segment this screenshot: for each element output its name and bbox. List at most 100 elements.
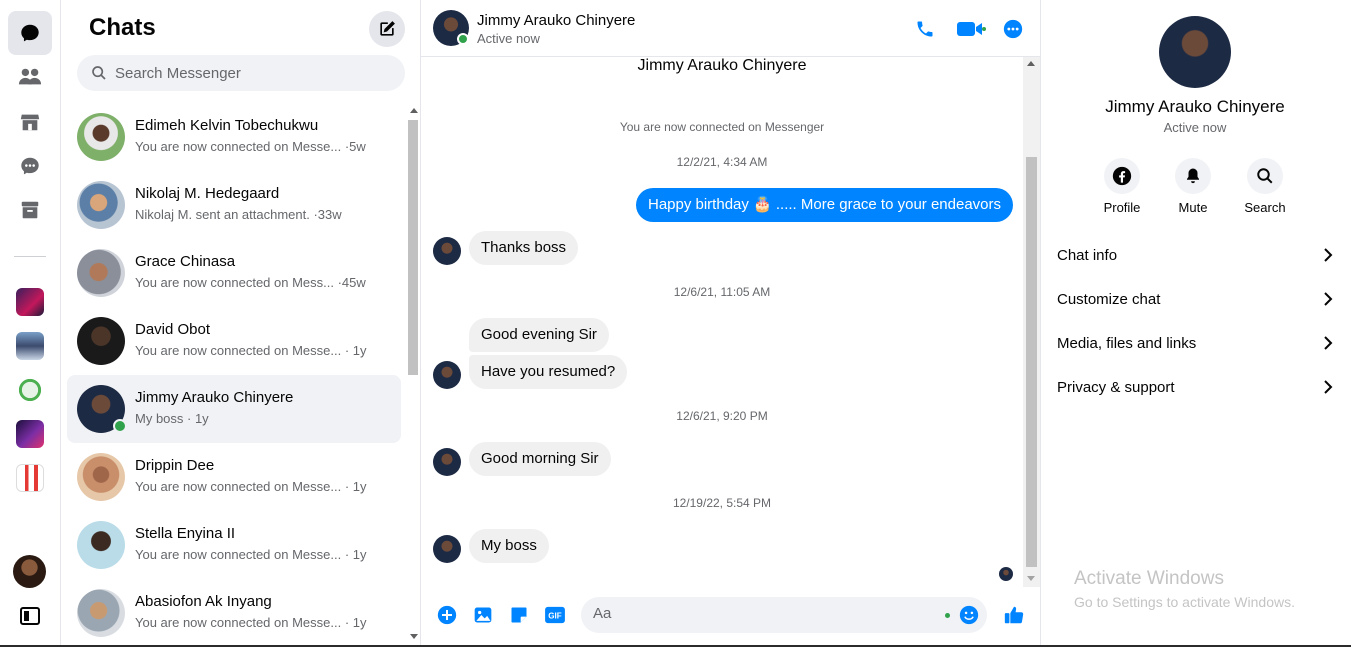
seen-indicator <box>999 567 1013 581</box>
conversation-info-button[interactable] <box>1001 17 1025 41</box>
list-item[interactable]: Edimeh Kelvin Tobechukwu You are now con… <box>67 103 401 171</box>
info-contact-status: Active now <box>1163 120 1227 135</box>
sidebar-toggle-button[interactable] <box>8 594 52 638</box>
avatar <box>77 113 125 161</box>
archive-icon <box>21 201 39 219</box>
chat-list-scrollbar[interactable] <box>406 104 420 645</box>
timestamp: 12/19/22, 5:54 PM <box>672 496 772 510</box>
community-1[interactable] <box>16 288 44 316</box>
sticker-button[interactable] <box>508 604 530 626</box>
chat-preview: You are now connected on Messe... · 1y <box>135 343 367 358</box>
chat-preview: You are now connected on Mess... ·45w <box>135 275 366 290</box>
menu-label: Media, files and links <box>1057 334 1197 352</box>
sidebar-toggle-icon <box>20 607 40 625</box>
search-action-circle[interactable] <box>1247 158 1283 194</box>
chat-preview: Nikolaj M. sent an attachment. ·33w <box>135 207 342 222</box>
sticker-icon <box>511 607 527 623</box>
connected-notice: You are now connected on Messenger <box>619 120 825 134</box>
message-requests-nav-button[interactable] <box>8 144 52 188</box>
mute-action-label: Mute <box>1178 200 1208 215</box>
profile-action-circle[interactable] <box>1104 158 1140 194</box>
chats-nav-button[interactable] <box>8 11 52 55</box>
scroll-up-arrow[interactable] <box>1027 61 1035 66</box>
archive-nav-button[interactable] <box>8 188 52 232</box>
chat-name: Edimeh Kelvin Tobechukwu <box>135 117 319 134</box>
my-profile-avatar[interactable] <box>13 555 46 588</box>
list-item[interactable]: Grace Chinasa You are now connected on M… <box>67 239 401 307</box>
avatar <box>77 589 125 637</box>
thumbs-up-icon <box>1004 606 1024 624</box>
chat-name: Nikolaj M. Hedegaard <box>135 185 280 202</box>
profile-action-label: Profile <box>1103 200 1141 215</box>
sent-message[interactable]: Happy birthday 🎂 ..... More grace to you… <box>635 188 1013 222</box>
community-2[interactable] <box>16 332 44 360</box>
contact-name[interactable]: Jimmy Arauko Chinyere <box>477 12 635 29</box>
people-icon <box>18 68 42 85</box>
timestamp: 12/6/21, 11:05 AM <box>673 285 771 299</box>
received-message[interactable]: My boss <box>469 529 549 563</box>
search-icon <box>1257 168 1273 184</box>
like-button[interactable] <box>1002 603 1026 627</box>
media-files-links-row[interactable]: Media, files and links <box>1049 321 1341 365</box>
community-4[interactable] <box>16 420 44 448</box>
list-item[interactable]: Stella Enyina II You are now connected o… <box>67 511 401 579</box>
attach-photo-button[interactable] <box>472 604 494 626</box>
chat-info-row[interactable]: Chat info <box>1049 233 1341 277</box>
mute-action-circle[interactable] <box>1175 158 1211 194</box>
list-item[interactable]: Abasiofon Ak Inyang You are now connecte… <box>67 579 401 647</box>
search-box[interactable] <box>77 55 405 91</box>
compose-icon <box>380 21 395 36</box>
list-item[interactable]: Drippin Dee You are now connected on Mes… <box>67 443 401 511</box>
contact-info-panel: Jimmy Arauko Chinyere Active now Profile… <box>1040 0 1351 645</box>
voice-call-button[interactable] <box>913 17 937 41</box>
search-input[interactable] <box>115 64 395 82</box>
menu-label: Privacy & support <box>1057 378 1175 396</box>
gif-icon: GIF <box>545 606 565 624</box>
conversation-scrollbar[interactable] <box>1023 57 1040 587</box>
message-input[interactable] <box>593 605 923 622</box>
contact-avatar[interactable] <box>1159 16 1231 88</box>
online-indicator <box>457 33 469 45</box>
search-icon <box>92 66 106 80</box>
received-message[interactable]: Have you resumed? <box>469 355 628 389</box>
received-message[interactable]: Good evening Sir <box>469 318 609 352</box>
received-message[interactable]: Thanks boss <box>469 231 579 265</box>
list-item[interactable]: David Obot You are now connected on Mess… <box>67 307 401 375</box>
scroll-down-arrow[interactable] <box>410 634 418 639</box>
video-camera-icon <box>957 22 986 36</box>
customize-chat-row[interactable]: Customize chat <box>1049 277 1341 321</box>
menu-label: Customize chat <box>1057 290 1161 308</box>
avatar <box>433 448 461 476</box>
chevron-right-icon <box>1324 380 1333 394</box>
scroll-down-arrow[interactable] <box>1027 576 1035 581</box>
emoji-button[interactable] <box>959 605 979 625</box>
search-action[interactable]: Search <box>1235 158 1295 215</box>
received-message[interactable]: Good morning Sir <box>469 442 611 476</box>
community-5[interactable] <box>16 464 44 492</box>
more-actions-button[interactable] <box>436 604 458 626</box>
list-item[interactable]: Nikolaj M. Hedegaard Nikolaj M. sent an … <box>67 171 401 239</box>
mute-action[interactable]: Mute <box>1163 158 1223 215</box>
chevron-right-icon <box>1324 336 1333 350</box>
marketplace-nav-button[interactable] <box>8 100 52 144</box>
scrollbar-thumb[interactable] <box>1026 157 1037 567</box>
chat-name: Jimmy Arauko Chinyere <box>135 389 294 406</box>
message-input-box[interactable] <box>581 597 987 633</box>
people-nav-button[interactable] <box>8 55 52 99</box>
chat-list: Edimeh Kelvin Tobechukwu You are now con… <box>67 103 401 647</box>
privacy-support-row[interactable]: Privacy & support <box>1049 365 1341 409</box>
svg-text:GIF: GIF <box>548 612 562 621</box>
gif-button[interactable]: GIF <box>544 604 566 626</box>
profile-action[interactable]: Profile <box>1092 158 1152 215</box>
facebook-icon <box>1112 166 1132 186</box>
video-call-button[interactable] <box>955 17 987 41</box>
new-message-button[interactable] <box>369 11 405 47</box>
list-item[interactable]: Jimmy Arauko Chinyere My boss · 1y <box>67 375 401 443</box>
chat-preview: You are now connected on Messe... · 1y <box>135 479 367 494</box>
community-3[interactable] <box>16 376 44 404</box>
chat-preview: You are now connected on Messe... · 1y <box>135 615 367 630</box>
scroll-up-arrow[interactable] <box>410 108 418 113</box>
message-composer: GIF <box>421 587 1040 645</box>
chat-name: Drippin Dee <box>135 457 215 474</box>
scrollbar-thumb[interactable] <box>408 120 418 375</box>
